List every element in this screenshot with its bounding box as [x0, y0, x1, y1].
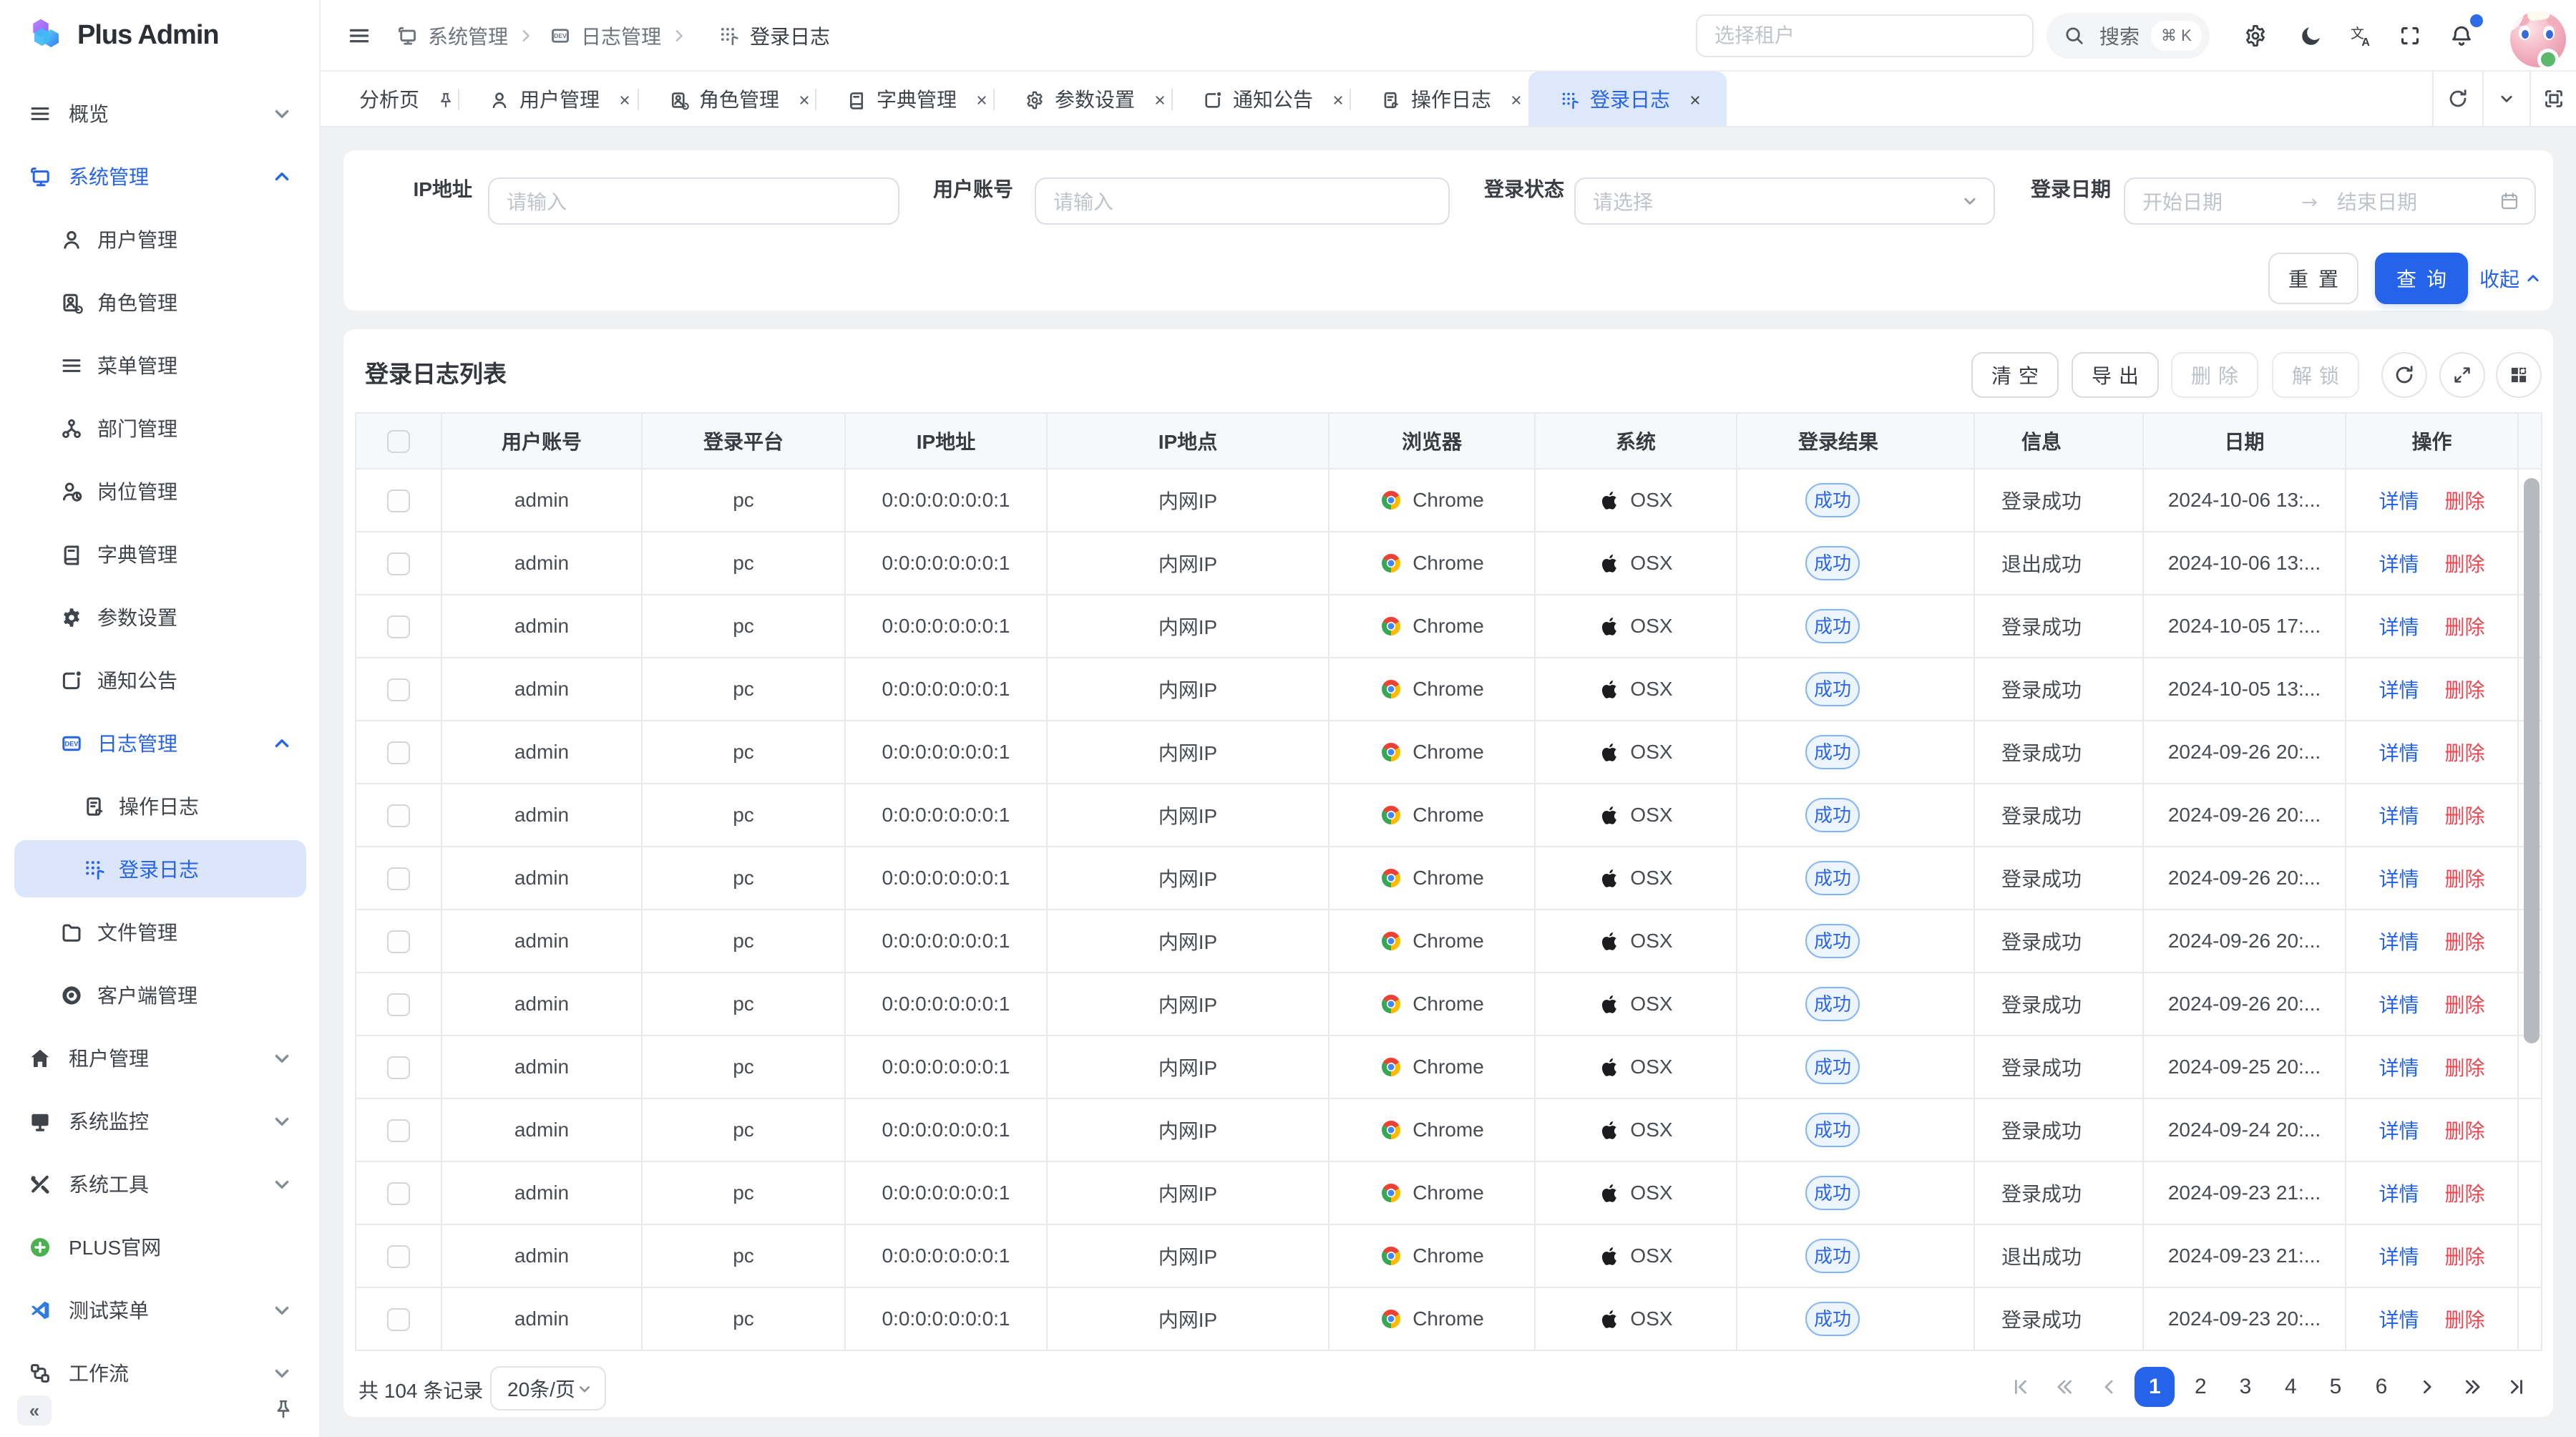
- svg-text:DEV: DEV: [65, 740, 79, 747]
- svg-text:DEV: DEV: [554, 32, 567, 39]
- svg-text:A: A: [2361, 36, 2370, 47]
